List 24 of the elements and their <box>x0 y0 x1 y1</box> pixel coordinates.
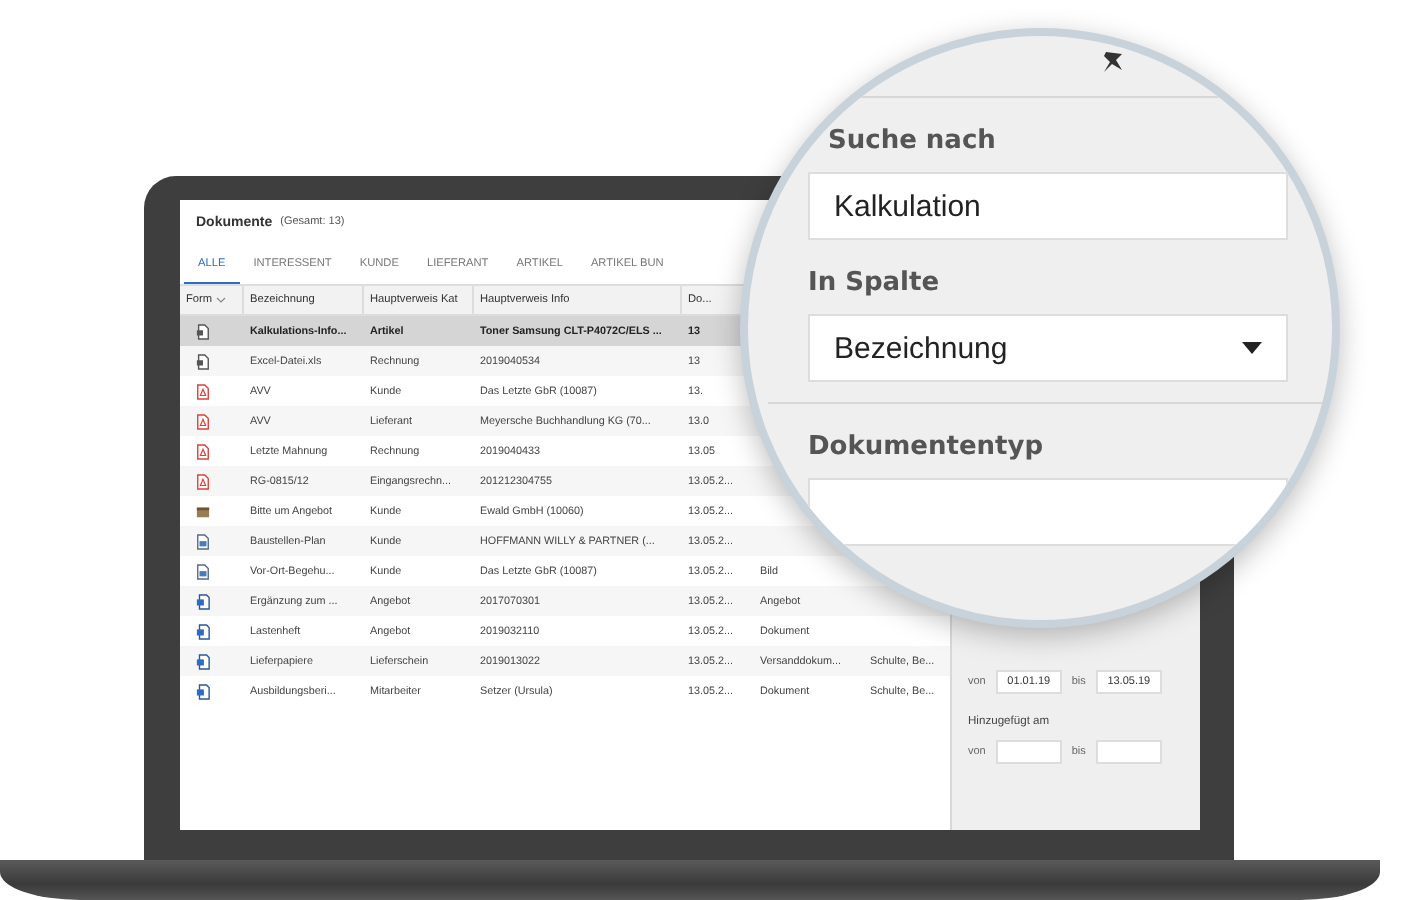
word-file-icon <box>196 653 210 669</box>
package-icon <box>196 503 210 519</box>
pin-icon[interactable] <box>1098 48 1126 76</box>
field-label: In Spalte <box>808 268 940 298</box>
pdf-icon <box>196 473 210 489</box>
column-dropdown[interactable]: Bezeichnung <box>808 314 1288 382</box>
doctype-field[interactable] <box>808 478 1288 546</box>
pdf-icon <box>196 413 210 429</box>
pdf-icon <box>196 383 210 399</box>
sort-caret-icon <box>216 296 227 304</box>
search-field[interactable]: Kalkulation <box>808 172 1288 240</box>
date-field[interactable] <box>1095 740 1162 764</box>
field-label: Dokumententyp <box>808 432 1044 462</box>
document-icon <box>196 323 210 339</box>
word-file-icon <box>196 593 210 609</box>
dropdown-caret-icon <box>1242 342 1262 354</box>
date-field[interactable] <box>995 740 1062 764</box>
image-file-icon <box>196 533 210 549</box>
document-icon <box>196 353 210 369</box>
pdf-icon <box>196 443 210 459</box>
word-file-icon <box>196 623 210 639</box>
word-file-icon <box>196 683 210 699</box>
field-label: Suche nach <box>828 126 996 156</box>
image-file-icon <box>196 563 210 579</box>
